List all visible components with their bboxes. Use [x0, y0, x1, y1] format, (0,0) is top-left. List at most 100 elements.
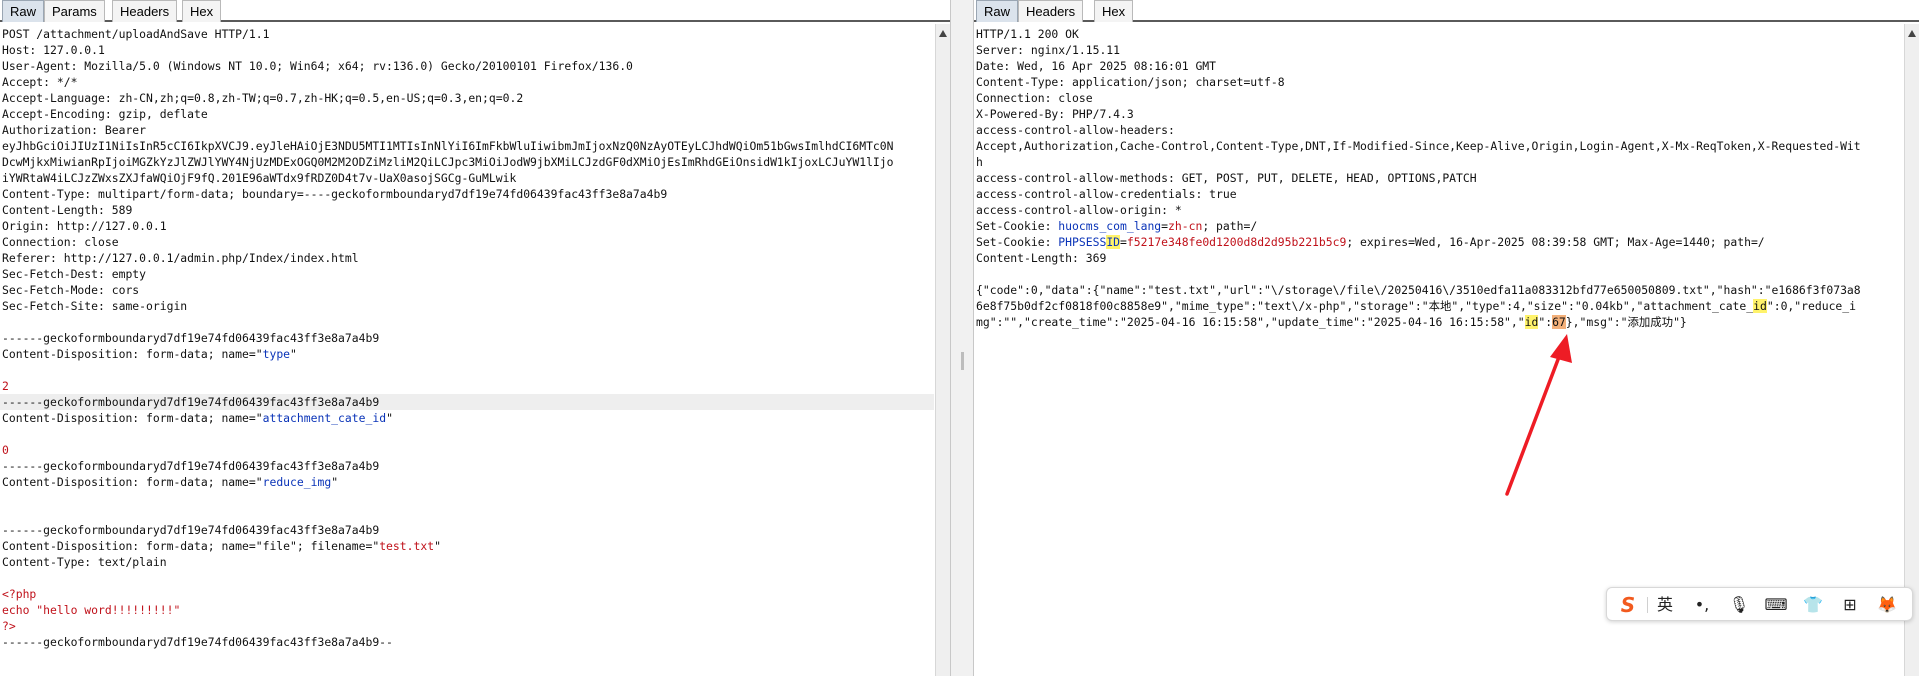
response-editor[interactable]: HTTP/1.1 200 OK Server: nginx/1.15.11 Date… — [974, 26, 1903, 676]
code-line: ------geckoformboundaryd7df19e74fd06439f… — [0, 394, 934, 410]
code-token: Authorization: Bearer — [2, 123, 147, 137]
pane-splitter[interactable] — [950, 0, 974, 676]
code-token: Content-Disposition: form-data; name=" — [2, 347, 263, 361]
code-token: Content-Disposition: form-data; name=" — [2, 475, 263, 489]
tab-headers[interactable]: Headers — [112, 0, 178, 22]
code-token: 67 — [1552, 315, 1566, 329]
code-line: 2 — [0, 378, 934, 394]
code-line: Sec-Fetch-Site: same-origin — [0, 298, 934, 314]
code-line: echo "hello word!!!!!!!!!" — [0, 602, 934, 618]
keyboard-icon[interactable]: ⌨ — [1763, 593, 1789, 617]
code-token: HTTP/1.1 200 OK — [976, 27, 1079, 41]
code-line: Accept: */* — [0, 74, 934, 90]
code-token: id — [1753, 299, 1767, 313]
code-line: Set-Cookie: PHPSESSID=f5217e348fe0d1200d… — [974, 234, 1903, 250]
code-line: Content-Type: multipart/form-data; bound… — [0, 186, 934, 202]
response-scrollbar[interactable] — [1904, 24, 1919, 676]
code-token: = — [1120, 235, 1127, 249]
code-token: Accept-Language: zh-CN,zh;q=0.8,zh-TW;q=… — [2, 91, 524, 105]
code-token: type — [262, 347, 291, 361]
code-token: Content-Type: application/json; charset=… — [976, 75, 1285, 89]
scroll-up-arrow-icon[interactable] — [1908, 30, 1916, 37]
code-token: },"msg":"添加成功"} — [1565, 315, 1687, 329]
code-line: eyJhbGciOiJIUzI1NiIsInR5cCI6IkpXVCJ9.eyJ… — [0, 138, 934, 154]
code-token: iYWRtaW4iLCJzZWxsZXJfaWQiOjF9fQ.201E96aW… — [2, 171, 517, 185]
code-token: zh-cn — [1168, 219, 1203, 233]
code-token: Accept: */* — [2, 75, 78, 89]
code-token: ID — [1106, 235, 1121, 249]
code-token: " — [331, 475, 339, 489]
code-token: Sec-Fetch-Site: same-origin — [2, 299, 188, 313]
code-token: Connection: close — [976, 91, 1093, 105]
code-token: test.txt — [379, 539, 435, 553]
code-token: Date: Wed, 16 Apr 2025 08:16:01 GMT — [976, 59, 1217, 73]
code-line: User-Agent: Mozilla/5.0 (Windows NT 10.0… — [0, 58, 934, 74]
code-line: Content-Disposition: form-data; name="re… — [0, 474, 934, 490]
code-line: Content-Type: text/plain — [0, 554, 934, 570]
response-panel: Raw Headers Hex HTTP/1.1 200 OK Server: n… — [974, 0, 1919, 676]
code-token: <?php — [2, 587, 37, 601]
code-token: Accept,Authorization,Cache-Control,Conte… — [976, 139, 1861, 153]
code-token: echo "hello word!!!!!!!!!" — [2, 603, 181, 617]
code-token: ------geckoformboundaryd7df19e74fd06439f… — [2, 395, 380, 409]
code-token: Content-Disposition: form-data; name="fi… — [2, 539, 380, 553]
code-line: Accept-Encoding: gzip, deflate — [0, 106, 934, 122]
tab-hex[interactable]: Hex — [182, 0, 222, 22]
ime-toolbar: S 英 •, 🎙 ⌨ 👕 ⊞ 🦊 — [1606, 587, 1913, 621]
code-token: Content-Type: text/plain — [2, 555, 167, 569]
code-line: h — [974, 154, 1903, 170]
code-token: huocms_com_lang — [1058, 219, 1162, 233]
code-token: Server: nginx/1.15.11 — [976, 43, 1121, 57]
code-token: Sec-Fetch-Mode: cors — [2, 283, 140, 297]
code-token: " — [386, 411, 393, 425]
code-line: HTTP/1.1 200 OK — [974, 26, 1903, 42]
code-line: DcwMjkxMiwianRpIjoiMGZkYzJlZWJlYWY4NjUzM… — [0, 154, 934, 170]
code-line: Content-Type: application/json; charset=… — [974, 74, 1903, 90]
tab-raw[interactable]: Raw — [2, 0, 45, 22]
splitter-edge — [950, 0, 951, 676]
toolbox-grid-icon[interactable]: ⊞ — [1837, 593, 1863, 617]
code-token: Accept-Encoding: gzip, deflate — [2, 107, 208, 121]
code-line: Date: Wed, 16 Apr 2025 08:16:01 GMT — [974, 58, 1903, 74]
request-editor[interactable]: POST /attachment/uploadAndSave HTTP/1.1 H… — [0, 26, 934, 676]
code-token: ":0,"reduce_i — [1766, 299, 1857, 313]
code-line: ------geckoformboundaryd7df19e74fd06439f… — [0, 522, 934, 538]
mascot-icon[interactable]: 🦊 — [1874, 593, 1900, 617]
code-token: POST /attachment/uploadAndSave HTTP/1.1 — [2, 27, 270, 41]
code-line: {"code":0,"data":{"name":"test.txt","url… — [974, 282, 1903, 298]
tab-hex[interactable]: Hex — [1094, 0, 1134, 22]
tab-raw[interactable]: Raw — [976, 0, 1019, 22]
tab-headers[interactable]: Headers — [1018, 0, 1084, 22]
request-tab-bar: Raw Params Headers Hex — [0, 0, 950, 22]
code-token: Referer: http://127.0.0.1/admin.php/Inde… — [2, 251, 359, 265]
microphone-icon[interactable]: 🎙 — [1726, 593, 1752, 617]
request-panel: Raw Params Headers Hex POST /attachment/… — [0, 0, 950, 676]
tab-params[interactable]: Params — [44, 0, 105, 22]
code-line: 0 — [0, 442, 934, 458]
code-token: access-control-allow-methods: GET, POST,… — [976, 171, 1477, 185]
code-token: ; expires=Wed, 16-Apr-2025 08:39:58 GMT;… — [1346, 235, 1765, 249]
english-mode-icon[interactable]: 英 — [1652, 593, 1678, 617]
code-line: ?> — [0, 618, 934, 634]
code-token: Sec-Fetch-Dest: empty — [2, 267, 147, 281]
scroll-up-arrow-icon[interactable] — [939, 30, 947, 37]
code-token: " — [290, 347, 297, 361]
code-token: ?> — [2, 619, 16, 633]
code-token: ------geckoformboundaryd7df19e74fd06439f… — [2, 635, 393, 649]
code-token: Set-Cookie: — [976, 235, 1059, 249]
sogou-logo-icon[interactable]: S — [1615, 593, 1641, 617]
code-line: Origin: http://127.0.0.1 — [0, 218, 934, 234]
code-token: f5217e348fe0d1200d8d2d95b221b5c9 — [1126, 235, 1347, 249]
code-line: Set-Cookie: huocms_com_lang=zh-cn; path=… — [974, 218, 1903, 234]
code-token: Content-Length: 369 — [976, 251, 1107, 265]
code-token: Content-Disposition: form-data; name=" — [2, 411, 263, 425]
skin-shirt-icon[interactable]: 👕 — [1800, 593, 1826, 617]
punctuation-icon[interactable]: •, — [1689, 593, 1715, 617]
splitter-grip-icon[interactable] — [961, 352, 964, 370]
request-scrollbar[interactable] — [935, 24, 950, 676]
code-token: 2 — [2, 379, 9, 393]
